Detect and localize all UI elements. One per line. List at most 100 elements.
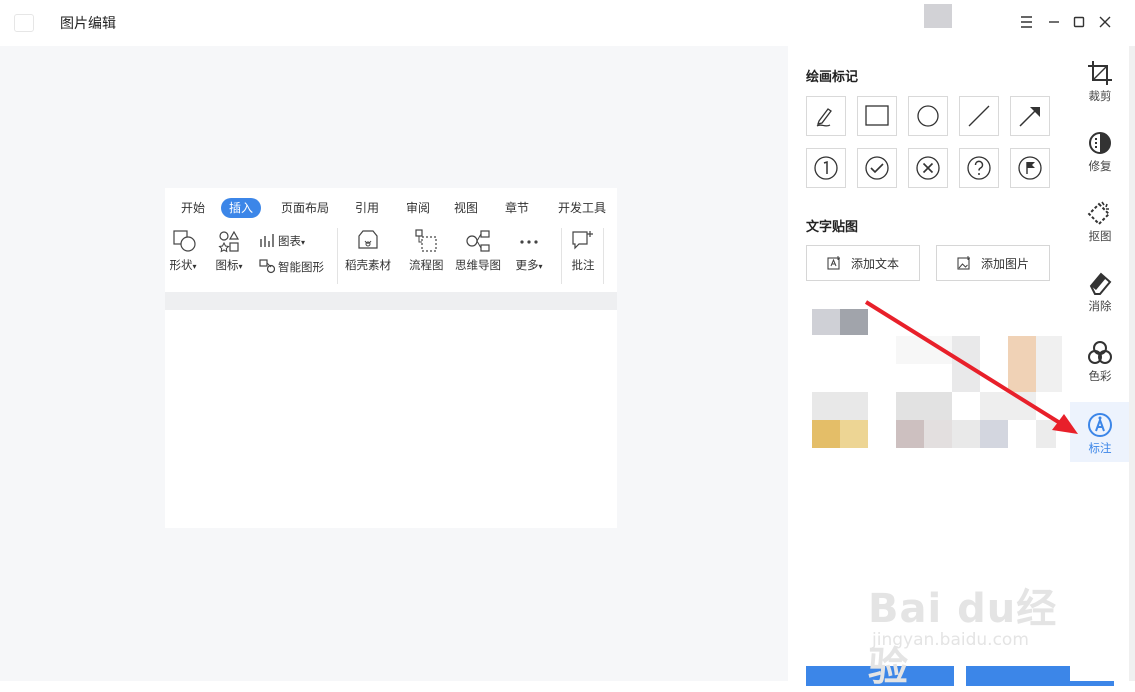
annotate-icon	[1088, 413, 1112, 437]
cutout-icon	[1087, 201, 1111, 226]
cross-icon	[916, 156, 940, 180]
text-sticker-title: 文字贴图	[806, 220, 859, 235]
color-icon	[1088, 341, 1112, 364]
smart-graphic-icon	[259, 259, 276, 274]
menu-button[interactable]	[1014, 10, 1038, 34]
material-label: 稻壳素材	[345, 258, 391, 272]
repair-icon	[1089, 132, 1111, 154]
close-icon	[1099, 16, 1111, 28]
add-text-button[interactable]: 添加文本	[806, 245, 920, 281]
avatar[interactable]	[924, 4, 952, 28]
number-one-icon	[814, 156, 838, 180]
rectangle-tool-button[interactable]	[857, 96, 897, 136]
more-icon	[520, 240, 538, 244]
icon-tool[interactable]: 图标▾	[215, 228, 243, 273]
comment-icon	[572, 231, 593, 250]
mindmap-tool[interactable]: 思维导图	[455, 228, 501, 273]
icon-label: 图标	[215, 258, 239, 272]
divider	[561, 228, 562, 284]
ribbon-tabs: 开始 插入 页面布局 引用 审阅 视图 章节 开发工具	[165, 198, 617, 220]
more-tool[interactable]: 更多▾	[515, 228, 543, 273]
rectangle-icon	[865, 105, 889, 126]
check-tool-button[interactable]	[857, 148, 897, 188]
dropdown-icon: ▾	[192, 262, 197, 271]
ribbon-tools: 形状▾ 图标▾ 图表▾ 智能图形 稻壳素材 流程图 思维导图 更多▾ 批注	[165, 228, 617, 288]
sidebar-item-repair[interactable]: 修复	[1070, 120, 1130, 180]
check-icon	[865, 156, 889, 180]
panel-scrollbar[interactable]	[1129, 46, 1135, 681]
shape-tool[interactable]: 形状▾	[169, 228, 197, 273]
chart-icon	[260, 234, 274, 247]
circle-tool-button[interactable]	[908, 96, 948, 136]
add-image-button[interactable]: 添加图片	[936, 245, 1050, 281]
add-text-label: 添加文本	[851, 257, 900, 271]
more-label: 更多	[515, 258, 539, 272]
circle-icon	[917, 105, 939, 127]
sticker-item[interactable]	[812, 309, 840, 335]
tab-view[interactable]: 视图	[446, 198, 486, 218]
add-image-label: 添加图片	[981, 257, 1030, 271]
maximize-button[interactable]	[1067, 10, 1091, 34]
line-icon	[968, 105, 990, 127]
sidebar-item-label: 修复	[1088, 159, 1112, 173]
cross-tool-button[interactable]	[908, 148, 948, 188]
material-tool[interactable]: 稻壳素材	[345, 228, 391, 273]
close-button[interactable]	[1093, 10, 1117, 34]
smart-graphic-tool[interactable]: 智能图形	[259, 258, 324, 275]
title-bar: 图片编辑	[0, 0, 1135, 46]
dropdown-icon: ▾	[301, 238, 306, 247]
question-tool-button[interactable]	[959, 148, 999, 188]
question-icon	[967, 156, 991, 180]
tab-review[interactable]: 审阅	[398, 198, 438, 218]
flowchart-tool[interactable]: 流程图	[409, 228, 444, 273]
pen-icon	[816, 108, 832, 127]
sidebar-item-label: 抠图	[1088, 229, 1112, 243]
tab-layout[interactable]: 页面布局	[273, 198, 337, 218]
tab-developer[interactable]: 开发工具	[550, 198, 614, 218]
mindmap-label: 思维导图	[455, 258, 501, 272]
window-title: 图片编辑	[60, 16, 116, 32]
pen-tool-button[interactable]	[806, 96, 846, 136]
eraser-icon	[1089, 272, 1112, 295]
smart-graphic-label: 智能图形	[278, 260, 324, 274]
menu-icon	[1021, 16, 1032, 28]
maximize-icon	[1073, 16, 1085, 28]
sidebar-item-cutout[interactable]: 抠图	[1070, 190, 1130, 250]
drawing-marks-title: 绘画标记	[806, 70, 859, 85]
sidebar-item-crop[interactable]: 裁剪	[1070, 50, 1130, 110]
flowchart-icon	[415, 229, 437, 252]
material-icon	[358, 230, 378, 249]
red-arrow-annotation	[864, 300, 1078, 434]
number-tool-button[interactable]	[806, 148, 846, 188]
dropdown-icon: ▾	[238, 262, 243, 271]
flag-tool-button[interactable]	[1010, 148, 1050, 188]
tab-start[interactable]: 开始	[173, 198, 213, 218]
divider	[603, 228, 604, 284]
flowchart-label: 流程图	[409, 258, 444, 272]
tab-reference[interactable]: 引用	[347, 198, 387, 218]
tab-insert[interactable]: 插入	[221, 198, 262, 218]
minimize-button[interactable]	[1042, 10, 1066, 34]
app-logo	[14, 14, 34, 32]
add-text-icon	[827, 256, 840, 270]
sidebar-item-label: 裁剪	[1088, 89, 1112, 103]
comment-tool[interactable]: 批注	[569, 228, 597, 273]
minimize-icon	[1049, 21, 1059, 23]
shape-label: 形状	[169, 258, 193, 272]
arrow-tool-button[interactable]	[1010, 96, 1050, 136]
watermark-url: jingyan.baidu.com	[872, 630, 1029, 650]
dropdown-icon: ▾	[538, 262, 543, 271]
sticker-item[interactable]	[812, 420, 840, 448]
comment-label: 批注	[571, 258, 595, 272]
line-tool-button[interactable]	[959, 96, 999, 136]
chart-label: 图表	[278, 234, 301, 248]
tab-chapter[interactable]: 章节	[497, 198, 537, 218]
add-image-icon	[957, 256, 970, 270]
divider	[337, 228, 338, 284]
crop-icon	[1088, 61, 1112, 85]
chart-tool[interactable]: 图表▾	[259, 232, 305, 249]
image-preview[interactable]: 开始 插入 页面布局 引用 审阅 视图 章节 开发工具 形状▾ 图标▾ 图表▾ …	[165, 188, 617, 528]
ribbon-shadow	[165, 292, 617, 310]
shape-icon	[173, 230, 196, 252]
mindmap-icon	[466, 230, 490, 252]
